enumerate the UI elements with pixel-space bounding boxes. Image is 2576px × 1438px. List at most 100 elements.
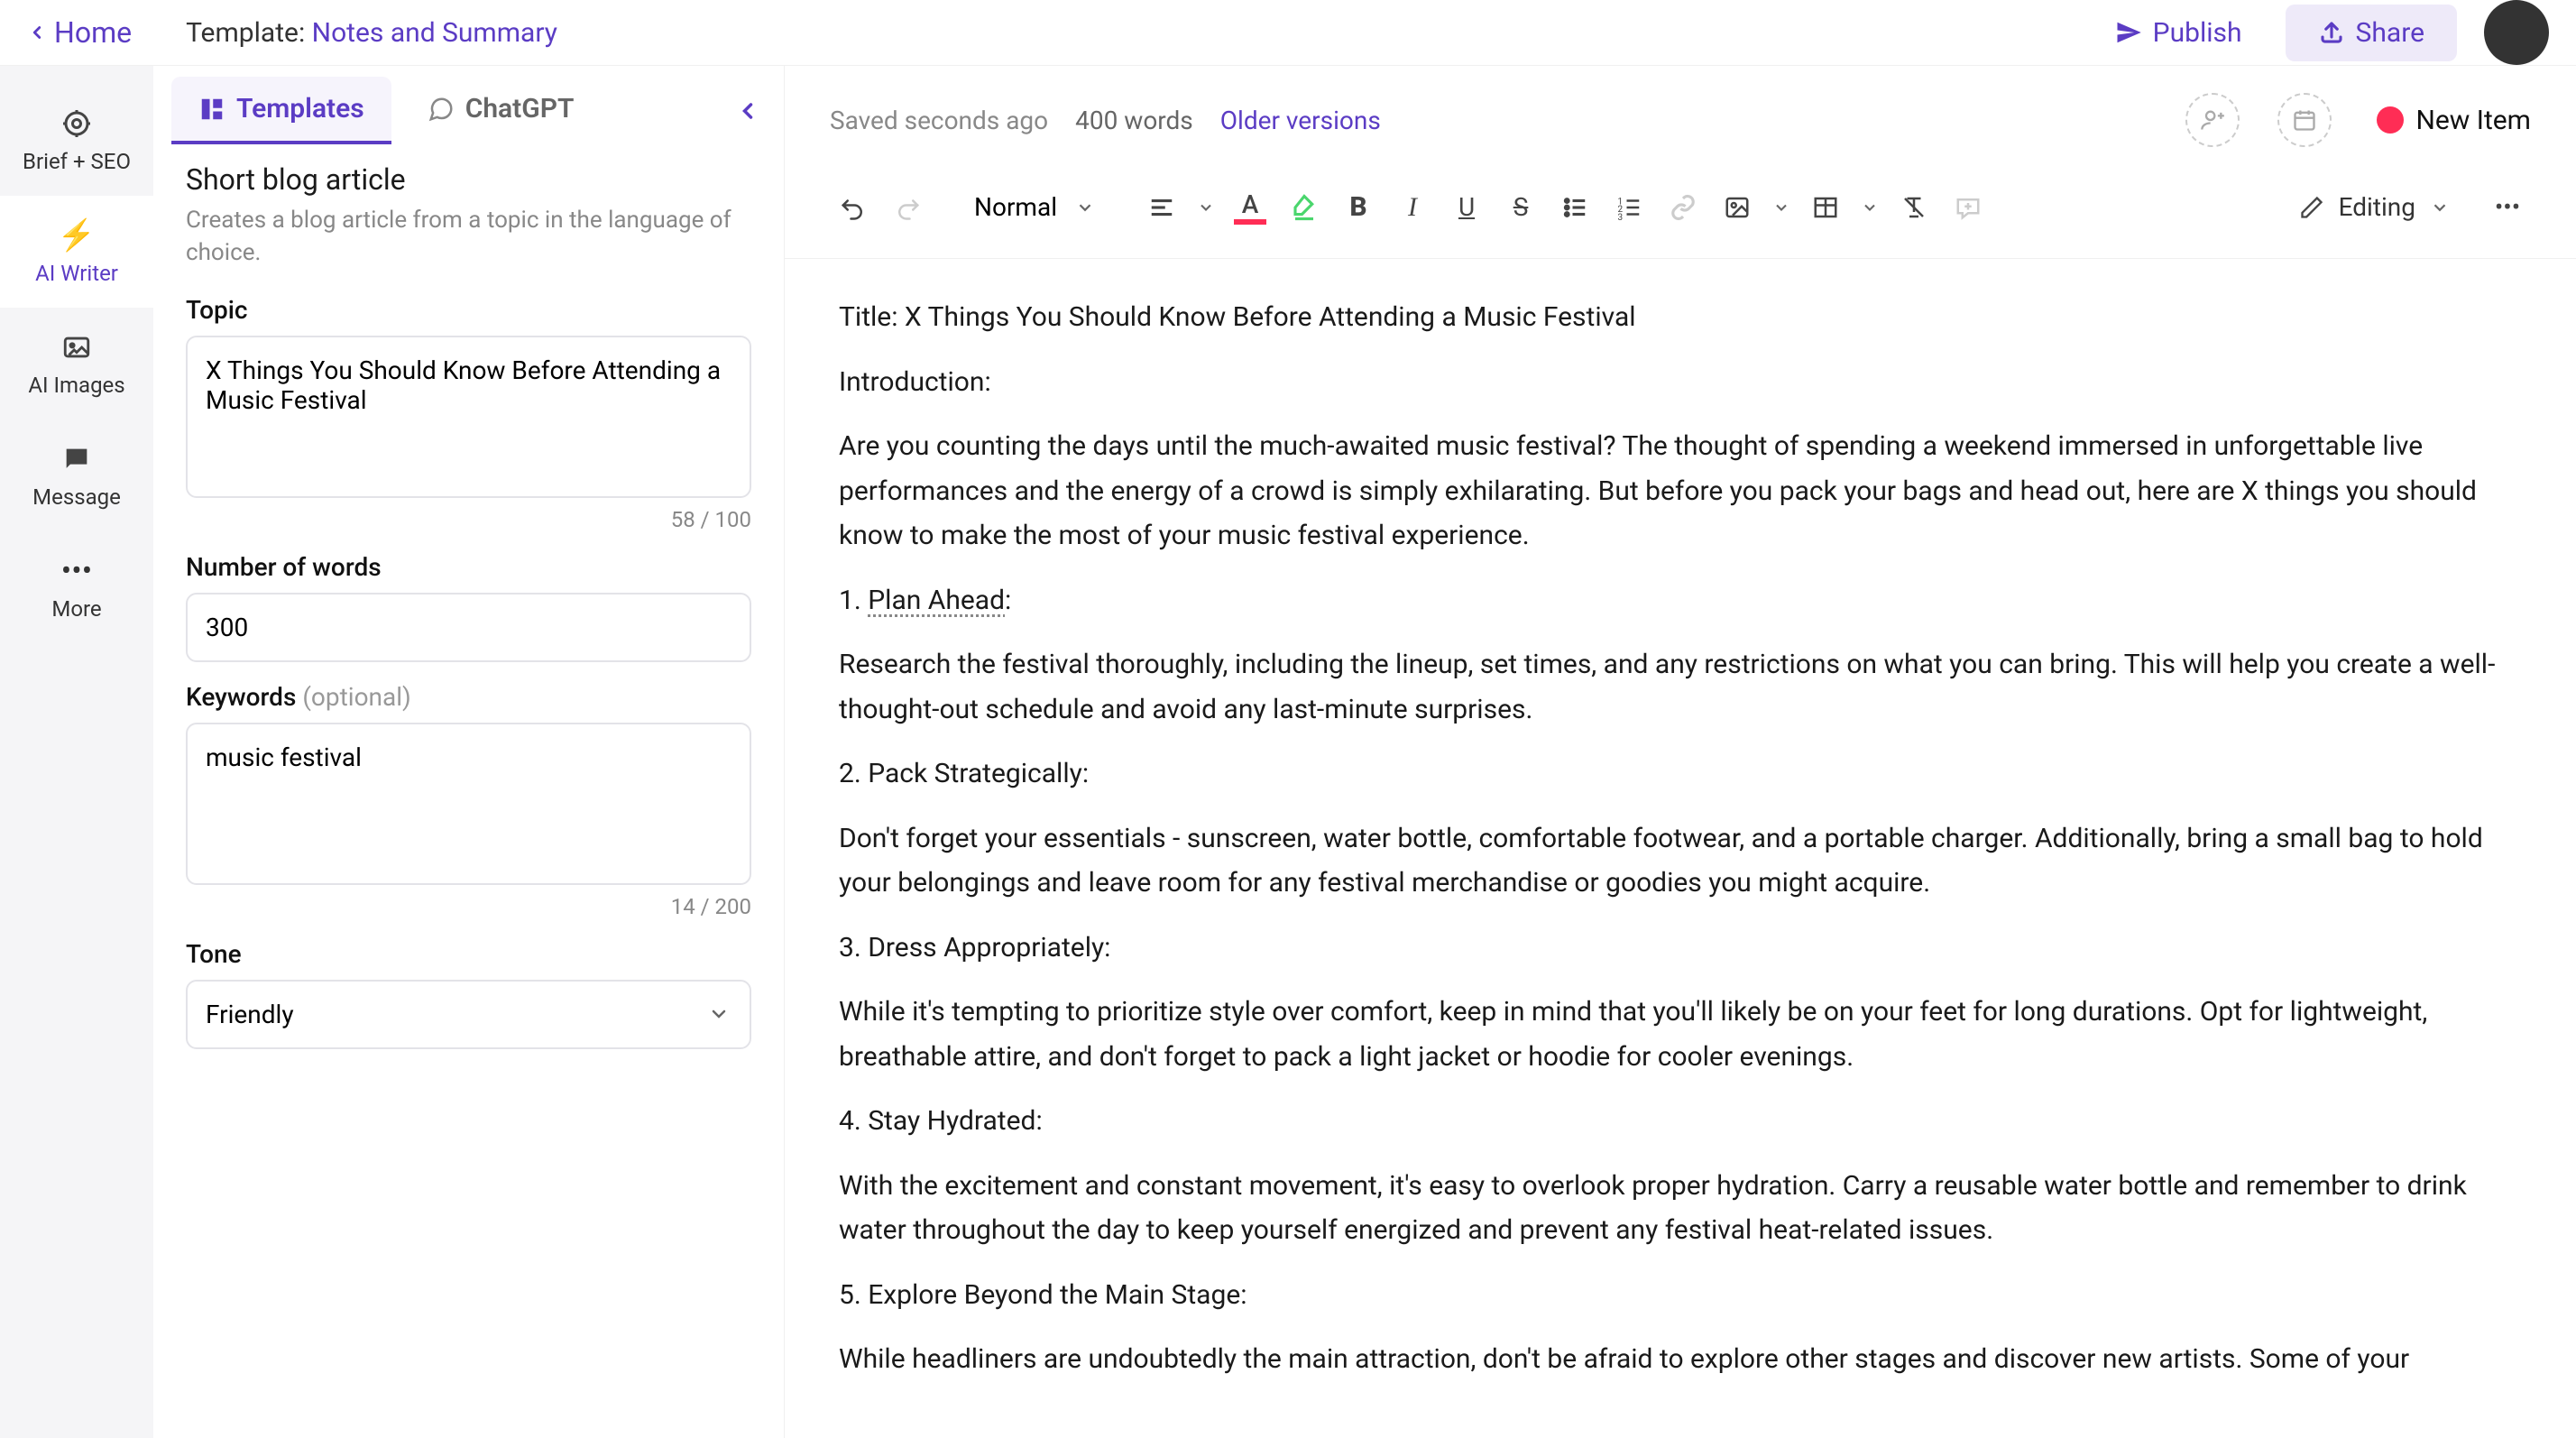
side-panel: Templates ChatGPT Short blog article Cre… [153, 66, 785, 1438]
publish-label: Publish [2153, 17, 2242, 49]
more-icon: ••• [59, 553, 95, 589]
words-input[interactable] [186, 593, 751, 662]
undo-button[interactable] [830, 184, 877, 231]
doc-title-line: Title: X Things You Should Know Before A… [839, 295, 2522, 340]
rail-item-brief-seo[interactable]: Brief + SEO [0, 84, 153, 196]
toolbar-more-button[interactable]: ••• [2484, 184, 2531, 231]
keywords-char-count: 14 / 200 [186, 894, 751, 919]
align-more-button[interactable] [1192, 184, 1219, 231]
template-name[interactable]: Notes and Summary [312, 17, 557, 49]
rail-item-message[interactable]: Message [0, 419, 153, 531]
chevron-down-icon [2430, 198, 2450, 217]
text-color-button[interactable]: A [1227, 184, 1274, 231]
rail-item-ai-images[interactable]: AI Images [0, 308, 153, 419]
publish-button[interactable]: Publish [2090, 5, 2268, 61]
rail-item-more[interactable]: ••• More [0, 531, 153, 643]
numbered-list-icon: 123 [1615, 194, 1642, 221]
template-prefix: Template: [186, 17, 312, 49]
style-label: Normal [974, 192, 1057, 222]
chevron-down-icon [1075, 198, 1095, 217]
image-more-button[interactable] [1768, 184, 1795, 231]
rail-label: Brief + SEO [23, 149, 131, 174]
rail-item-ai-writer[interactable]: ⚡ AI Writer [0, 196, 153, 308]
share-label: Share [2356, 17, 2424, 49]
templates-icon [198, 96, 225, 123]
chevron-left-icon [735, 98, 760, 124]
bold-button[interactable]: B [1335, 184, 1382, 231]
comment-button[interactable] [1945, 184, 1992, 231]
redo-button[interactable] [884, 184, 931, 231]
numbered-list-button[interactable]: 123 [1605, 184, 1652, 231]
tone-select[interactable]: Friendly [186, 980, 751, 1049]
doc-p2: Don't forget your essentials - sunscreen… [839, 816, 2522, 906]
collapse-panel-button[interactable] [730, 93, 766, 129]
share-button[interactable]: Share [2286, 5, 2457, 61]
document-body[interactable]: Title: X Things You Should Know Before A… [785, 259, 2576, 1438]
doc-p3: While it's tempting to prioritize style … [839, 990, 2522, 1079]
pencil-icon [2299, 195, 2324, 220]
add-date-button[interactable] [2277, 93, 2332, 147]
new-item-status[interactable]: New Item [2377, 105, 2532, 136]
doc-heading-2: 2. Pack Strategically: [839, 751, 2522, 797]
doc-p4: With the excitement and constant movemen… [839, 1164, 2522, 1253]
topic-input[interactable]: X Things You Should Know Before Attendin… [186, 336, 751, 498]
template-indicator: Template: Notes and Summary [186, 17, 557, 49]
align-button[interactable] [1138, 184, 1185, 231]
left-rail: Brief + SEO ⚡ AI Writer AI Images Messag… [0, 66, 153, 1438]
keywords-optional: (optional) [302, 682, 410, 712]
bold-icon: B [1349, 191, 1366, 223]
target-icon [59, 106, 95, 142]
bullet-list-icon [1561, 194, 1588, 221]
doc-heading-4: 4. Stay Hydrated: [839, 1099, 2522, 1144]
tab-templates[interactable]: Templates [171, 77, 391, 144]
chevron-down-icon [1197, 198, 1215, 217]
bullet-list-button[interactable] [1551, 184, 1598, 231]
doc-heading-3: 3. Dress Appropriately: [839, 926, 2522, 971]
older-versions-link[interactable]: Older versions [1220, 106, 1381, 135]
word-count: 400 words [1075, 106, 1193, 135]
doc-intro-label: Introduction: [839, 360, 2522, 405]
table-button[interactable] [1802, 184, 1849, 231]
clear-format-button[interactable] [1891, 184, 1937, 231]
clear-format-icon [1900, 194, 1927, 221]
doc-heading-5: 5. Explore Beyond the Main Stage: [839, 1273, 2522, 1318]
tab-chatgpt[interactable]: ChatGPT [400, 77, 602, 144]
link-icon [1670, 194, 1697, 221]
home-link[interactable]: Home [27, 15, 132, 50]
editing-mode-select[interactable]: Editing [2281, 183, 2468, 231]
toolbar: Normal A B I U S 123 [785, 174, 2576, 259]
tab-label: ChatGPT [465, 93, 575, 124]
tone-label: Tone [186, 939, 751, 969]
redo-icon [894, 194, 921, 221]
editing-label: Editing [2339, 192, 2415, 222]
image-icon [59, 329, 95, 365]
avatar[interactable] [2484, 0, 2549, 65]
text-color-a-icon: A [1242, 189, 1259, 219]
highlight-button[interactable] [1281, 184, 1328, 231]
chevron-left-icon [27, 23, 47, 42]
saved-status: Saved seconds ago [830, 106, 1048, 135]
align-left-icon [1148, 194, 1175, 221]
underline-button[interactable]: U [1443, 184, 1490, 231]
rail-label: AI Images [28, 373, 124, 398]
italic-button[interactable]: I [1389, 184, 1436, 231]
undo-icon [840, 194, 867, 221]
strikethrough-button[interactable]: S [1497, 184, 1544, 231]
paragraph-style-select[interactable]: Normal [956, 183, 1113, 231]
editor: Saved seconds ago 400 words Older versio… [785, 66, 2576, 1438]
chevron-down-icon [1772, 198, 1790, 217]
topic-char-count: 58 / 100 [186, 507, 751, 532]
words-label: Number of words [186, 552, 751, 582]
table-more-button[interactable] [1856, 184, 1883, 231]
status-dot-icon [2377, 106, 2404, 134]
image-icon [1724, 194, 1751, 221]
bolt-icon: ⚡ [59, 217, 95, 253]
keywords-input[interactable]: music festival [186, 723, 751, 885]
link-button[interactable] [1660, 184, 1707, 231]
underline-icon: U [1458, 192, 1475, 222]
image-button[interactable] [1714, 184, 1761, 231]
chat-icon [59, 441, 95, 477]
add-collaborator-button[interactable] [2185, 93, 2240, 147]
chevron-down-icon [1861, 198, 1879, 217]
keywords-label: Keywords (optional) [186, 682, 751, 712]
